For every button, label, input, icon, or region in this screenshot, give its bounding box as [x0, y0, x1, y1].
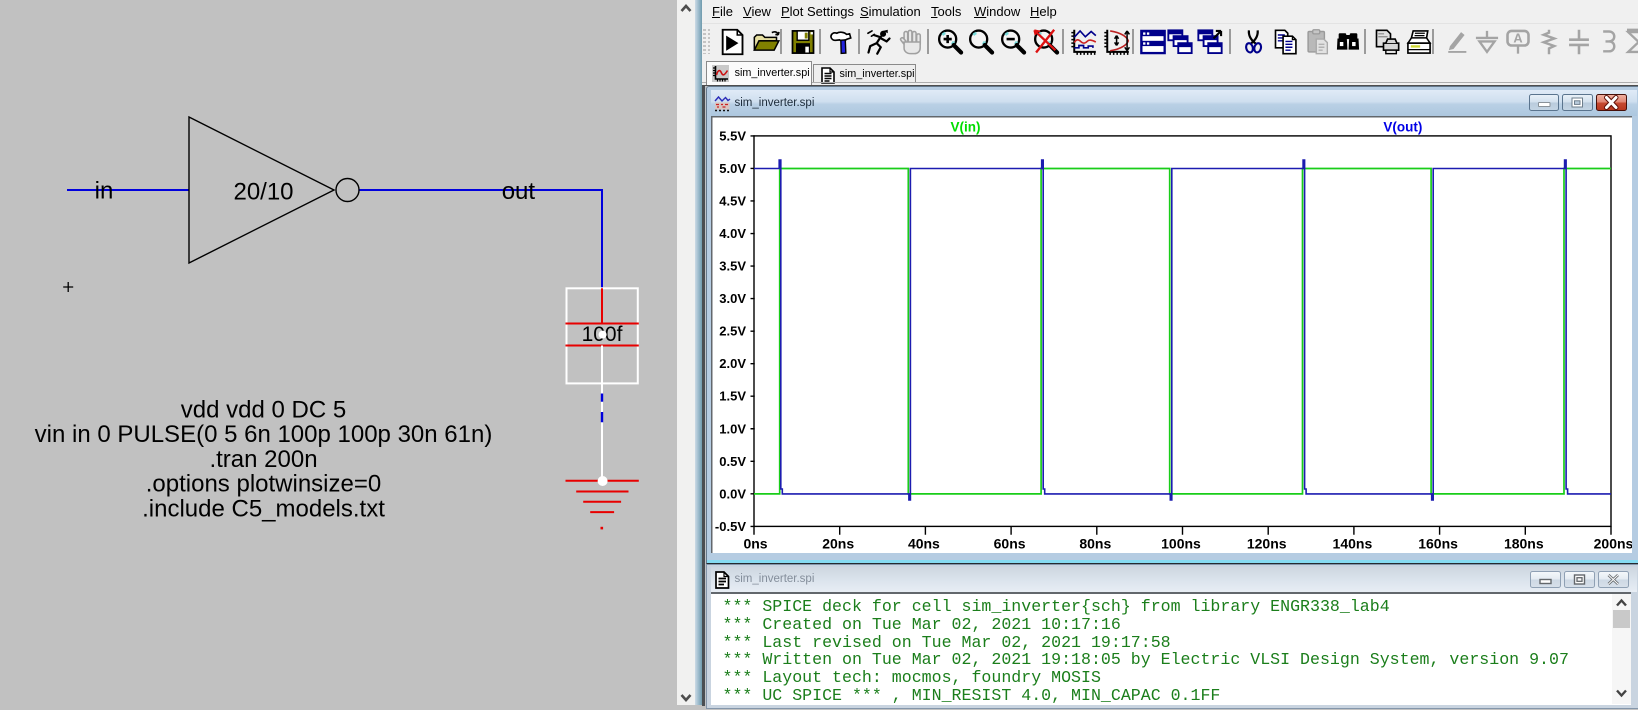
svg-text:20ns: 20ns [822, 535, 854, 551]
svg-text:4.0V: 4.0V [719, 226, 746, 241]
svg-text:0.5V: 0.5V [719, 453, 746, 468]
svg-text:2.0V: 2.0V [719, 356, 746, 371]
svg-text:out: out [502, 178, 536, 205]
svg-text:V(in): V(in) [950, 119, 980, 134]
svg-text:2.5V: 2.5V [719, 323, 746, 338]
svg-text:0ns: 0ns [743, 535, 767, 551]
svg-text:160ns: 160ns [1418, 535, 1458, 551]
svg-text:1.0V: 1.0V [719, 421, 746, 436]
svg-text:.options plotwinsize=0: .options plotwinsize=0 [146, 471, 381, 498]
svg-text:80ns: 80ns [1079, 535, 1111, 551]
svg-text:20/10: 20/10 [233, 179, 293, 206]
svg-text:4.5V: 4.5V [719, 193, 746, 208]
svg-text:.tran 200n: .tran 200n [209, 446, 317, 473]
svg-text:200ns: 200ns [1593, 535, 1631, 551]
svg-text:A: A [1514, 31, 1523, 46]
svg-text:1.5V: 1.5V [719, 388, 746, 403]
svg-text:100ns: 100ns [1161, 535, 1201, 551]
svg-text:5.5V: 5.5V [719, 128, 746, 143]
svg-text:60ns: 60ns [993, 535, 1025, 551]
svg-text:.include C5_models.txt: .include C5_models.txt [142, 495, 385, 522]
svg-text:vdd vdd 0 DC 5: vdd vdd 0 DC 5 [181, 397, 346, 424]
svg-text:5.0V: 5.0V [719, 160, 746, 175]
svg-text:40ns: 40ns [907, 535, 939, 551]
svg-text:180ns: 180ns [1503, 535, 1543, 551]
svg-text:0.0V: 0.0V [719, 486, 746, 501]
svg-text:120ns: 120ns [1246, 535, 1286, 551]
svg-text:140ns: 140ns [1332, 535, 1372, 551]
svg-text:vin in 0 PULSE(0 5 6n 100p 100: vin in 0 PULSE(0 5 6n 100p 100p 30n 61n) [35, 421, 493, 448]
svg-text:in: in [95, 178, 114, 205]
svg-text:V(out): V(out) [1383, 119, 1422, 134]
svg-text:3.0V: 3.0V [719, 291, 746, 306]
svg-text:3.5V: 3.5V [719, 258, 746, 273]
svg-text:-0.5V: -0.5V [714, 518, 745, 533]
